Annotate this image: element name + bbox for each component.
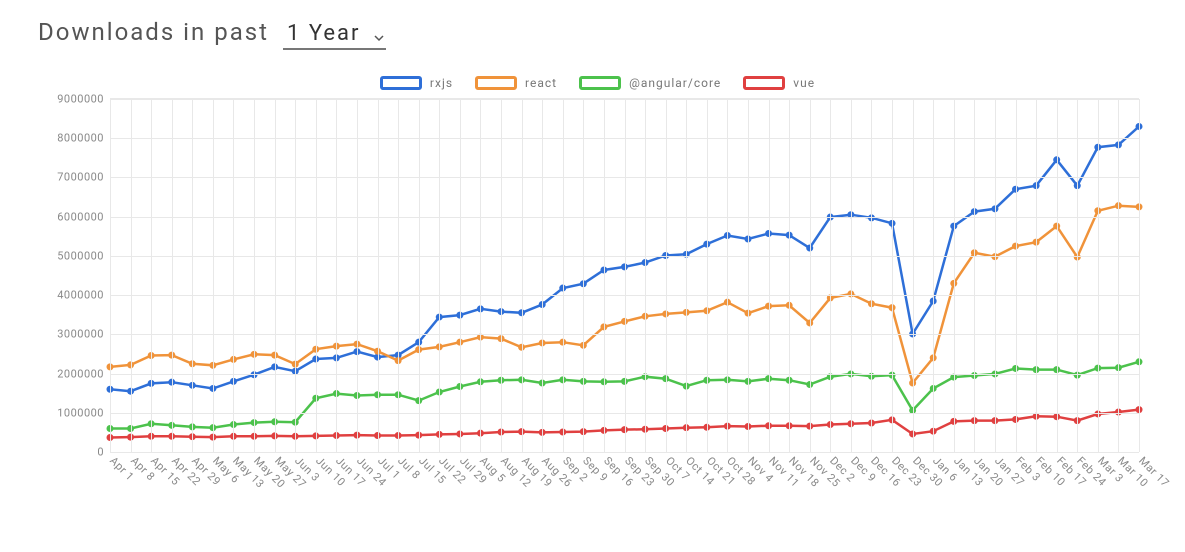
gridline-v bbox=[151, 99, 152, 452]
gridline-v bbox=[892, 99, 893, 452]
gridline-v bbox=[357, 99, 358, 452]
gridline-v bbox=[666, 99, 667, 452]
y-tick-label: 6000000 bbox=[57, 210, 110, 223]
gridline-v bbox=[542, 99, 543, 452]
gridline-v bbox=[727, 99, 728, 452]
gridline-v bbox=[295, 99, 296, 452]
gridline-v bbox=[563, 99, 564, 452]
gridline-v bbox=[625, 99, 626, 452]
gridline-v bbox=[254, 99, 255, 452]
legend-swatch bbox=[475, 76, 517, 90]
gridline-v bbox=[172, 99, 173, 452]
gridline-v bbox=[131, 99, 132, 452]
gridline-v bbox=[1077, 99, 1078, 452]
gridline-v bbox=[913, 99, 914, 452]
gridline-v bbox=[995, 99, 996, 452]
gridline-v bbox=[501, 99, 502, 452]
gridline-v bbox=[316, 99, 317, 452]
gridline-v bbox=[1016, 99, 1017, 452]
legend-item-react[interactable]: react bbox=[475, 76, 557, 90]
period-value: 1 Year bbox=[287, 21, 360, 46]
gridline-v bbox=[1057, 99, 1058, 452]
gridline-h bbox=[110, 452, 1139, 453]
title-row: Downloads in past 1 Year bbox=[38, 18, 1157, 50]
gridline-v bbox=[1118, 99, 1119, 452]
gridline-v bbox=[748, 99, 749, 452]
gridline-v bbox=[583, 99, 584, 452]
legend-label: vue bbox=[793, 76, 815, 90]
legend-item-angular[interactable]: @angular/core bbox=[579, 76, 721, 90]
y-tick-label: 9000000 bbox=[57, 93, 110, 106]
gridline-v bbox=[460, 99, 461, 452]
gridline-v bbox=[954, 99, 955, 452]
gridline-v bbox=[336, 99, 337, 452]
gridline-v bbox=[871, 99, 872, 452]
chart-container: Downloads in past 1 Year rxjs react @angul… bbox=[0, 0, 1185, 552]
gridline-v bbox=[707, 99, 708, 452]
gridline-v bbox=[275, 99, 276, 452]
y-tick-label: 1000000 bbox=[57, 406, 110, 419]
gridline-v bbox=[378, 99, 379, 452]
chart-area: 0 1000000 2000000 3000000 4000000 5000000 6000… bbox=[38, 96, 1157, 516]
y-tick-label: 3000000 bbox=[57, 328, 110, 341]
y-tick-label: 5000000 bbox=[57, 249, 110, 262]
plot-area: 0100000020000003000000400000050000006000… bbox=[110, 98, 1139, 452]
period-select[interactable]: 1 Year bbox=[283, 21, 386, 50]
y-tick-label: 7000000 bbox=[57, 171, 110, 184]
gridline-v bbox=[192, 99, 193, 452]
gridline-v bbox=[1139, 99, 1140, 452]
gridline-v bbox=[213, 99, 214, 452]
gridline-v bbox=[1036, 99, 1037, 452]
legend: rxjs react @angular/core vue bbox=[38, 76, 1157, 90]
gridline-v bbox=[398, 99, 399, 452]
gridline-v bbox=[1098, 99, 1099, 452]
title-prefix: Downloads in past bbox=[38, 18, 269, 46]
y-tick-label: 8000000 bbox=[57, 132, 110, 145]
gridline-v bbox=[789, 99, 790, 452]
gridline-v bbox=[933, 99, 934, 452]
legend-label: rxjs bbox=[430, 76, 453, 90]
gridline-v bbox=[604, 99, 605, 452]
legend-swatch bbox=[579, 76, 621, 90]
y-tick-label: 0 bbox=[97, 446, 110, 459]
chevron-down-icon bbox=[374, 35, 384, 42]
gridline-v bbox=[830, 99, 831, 452]
x-tick-label: Jul 8 bbox=[395, 454, 423, 482]
gridline-v bbox=[810, 99, 811, 452]
gridline-v bbox=[419, 99, 420, 452]
legend-swatch bbox=[743, 76, 785, 90]
legend-label: @angular/core bbox=[629, 76, 721, 90]
legend-item-vue[interactable]: vue bbox=[743, 76, 815, 90]
gridline-v bbox=[974, 99, 975, 452]
y-tick-label: 4000000 bbox=[57, 289, 110, 302]
y-tick-label: 2000000 bbox=[57, 367, 110, 380]
gridline-v bbox=[645, 99, 646, 452]
gridline-v bbox=[851, 99, 852, 452]
gridline-v bbox=[439, 99, 440, 452]
gridline-v bbox=[769, 99, 770, 452]
gridline-v bbox=[110, 99, 111, 452]
gridline-v bbox=[233, 99, 234, 452]
legend-item-rxjs[interactable]: rxjs bbox=[380, 76, 453, 90]
gridline-v bbox=[480, 99, 481, 452]
gridline-v bbox=[522, 99, 523, 452]
legend-swatch bbox=[380, 76, 422, 90]
legend-label: react bbox=[525, 76, 557, 90]
gridline-v bbox=[686, 99, 687, 452]
